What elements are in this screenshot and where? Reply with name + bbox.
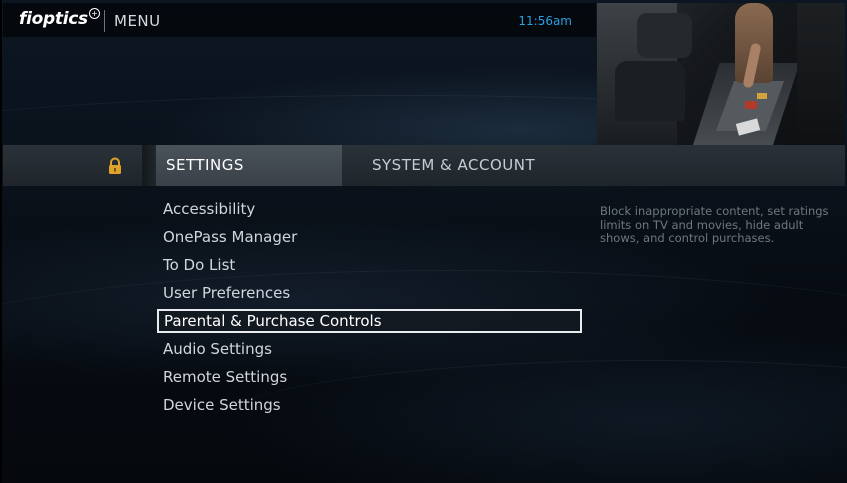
tab-lock[interactable] xyxy=(3,145,142,186)
menu-item-label: Device Settings xyxy=(163,396,281,414)
header-divider xyxy=(104,10,105,32)
tab-system-account-label: SYSTEM & ACCOUNT xyxy=(372,156,536,174)
menu-item-parental-purchase-controls[interactable]: Parental & Purchase Controls xyxy=(157,309,582,333)
menu-item-device-settings[interactable]: Device Settings xyxy=(157,391,582,419)
menu-item-label: Audio Settings xyxy=(163,340,272,358)
menu-item-label: To Do List xyxy=(163,256,236,274)
preview-shape xyxy=(757,93,767,99)
fioptics-logo: fioptics xyxy=(19,9,88,29)
live-tv-preview xyxy=(597,3,845,145)
tv-menu-screen: fioptics + MENU 11:56am SETTINGS SYSTEM … xyxy=(0,0,847,483)
menu-item-label: OnePass Manager xyxy=(163,228,298,246)
menu-item-label: Accessibility xyxy=(163,200,256,218)
item-description: Block inappropriate content, set ratings… xyxy=(600,204,829,245)
menu-title: MENU xyxy=(114,12,161,30)
menu-item-label: User Preferences xyxy=(163,284,291,302)
header-bar: fioptics + MENU 11:56am xyxy=(3,3,596,37)
settings-menu-list: Accessibility OnePass Manager To Do List… xyxy=(157,195,582,419)
menu-item-accessibility[interactable]: Accessibility xyxy=(157,195,582,223)
logo-plus-icon: + xyxy=(89,8,100,19)
tab-system-account[interactable]: SYSTEM & ACCOUNT xyxy=(342,145,572,186)
tab-settings[interactable]: SETTINGS xyxy=(156,145,342,186)
menu-item-to-do-list[interactable]: To Do List xyxy=(157,251,582,279)
tab-settings-label: SETTINGS xyxy=(166,156,244,174)
tab-separator xyxy=(142,145,156,186)
preview-shape xyxy=(797,3,845,145)
clock: 11:56am xyxy=(518,14,572,28)
preview-shape xyxy=(615,61,685,121)
preview-shape xyxy=(637,13,692,58)
lock-icon xyxy=(109,157,121,174)
menu-item-onepass-manager[interactable]: OnePass Manager xyxy=(157,223,582,251)
preview-shape xyxy=(745,101,757,109)
menu-item-label: Remote Settings xyxy=(163,368,288,386)
menu-item-remote-settings[interactable]: Remote Settings xyxy=(157,363,582,391)
tab-bar: SETTINGS SYSTEM & ACCOUNT xyxy=(3,145,845,186)
menu-item-label: Parental & Purchase Controls xyxy=(164,312,382,330)
menu-item-user-preferences[interactable]: User Preferences xyxy=(157,279,582,307)
menu-item-audio-settings[interactable]: Audio Settings xyxy=(157,335,582,363)
